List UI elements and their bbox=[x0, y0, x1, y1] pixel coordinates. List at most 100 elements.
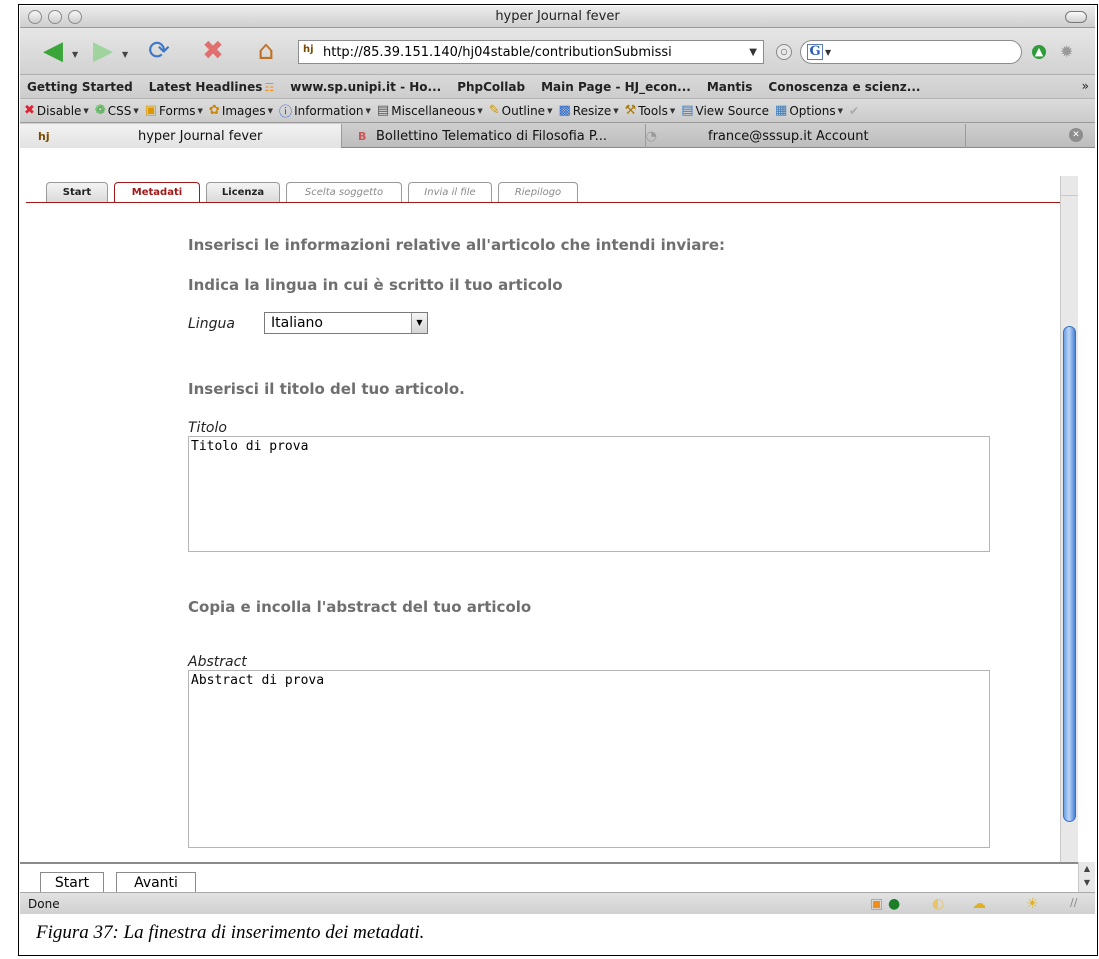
activity-spinner-icon: ✹ bbox=[1060, 42, 1074, 61]
search-engine-caret-icon[interactable]: ▼ bbox=[825, 48, 831, 57]
language-select[interactable]: Italiano ▼ bbox=[264, 312, 428, 334]
title-label: Titolo bbox=[188, 420, 227, 436]
back-history-caret-icon[interactable]: ▼ bbox=[72, 50, 78, 59]
status-dot-icon: ● bbox=[888, 896, 901, 912]
start-button[interactable]: Start bbox=[40, 872, 104, 894]
button-frame: Start Avanti bbox=[20, 862, 1078, 894]
devtool-label: Outline bbox=[501, 103, 546, 118]
go-icon[interactable]: ○ bbox=[776, 44, 792, 60]
browser-tab[interactable]: france@sssup.it Account bbox=[646, 124, 966, 148]
devtool-label: Options bbox=[789, 103, 836, 118]
page-scrollbar[interactable] bbox=[1060, 176, 1078, 864]
devtool-disable[interactable]: ✖ Disable ▼ bbox=[24, 103, 89, 118]
outline-icon: ✎ bbox=[488, 103, 500, 118]
browser-window: hyper Journal fever ◀ ▼ ▶ ▼ ⟳ ✖ ⌂ hj htt… bbox=[20, 6, 1095, 914]
rss-feed-icon[interactable]: ▣ bbox=[870, 896, 883, 912]
devtool-options[interactable]: ▦ Options ▼ bbox=[775, 103, 843, 118]
more-bookmarks-icon[interactable]: » bbox=[1082, 79, 1089, 93]
images-icon: ✿ bbox=[208, 103, 220, 118]
devtool-information[interactable]: ⓘ Information ▼ bbox=[279, 101, 371, 121]
google-engine-icon[interactable]: G bbox=[807, 44, 823, 60]
next-button[interactable]: Avanti bbox=[116, 872, 196, 894]
bookmark-item[interactable]: PhpCollab bbox=[457, 80, 525, 94]
devtool-label: Resize bbox=[572, 103, 612, 118]
disable-icon: ✖ bbox=[24, 103, 35, 118]
bookmark-item[interactable]: Latest Headlines ☶ bbox=[149, 80, 274, 94]
devtool-css[interactable]: ❁ CSS ▼ bbox=[95, 103, 139, 118]
devtool-forms[interactable]: ▣ Forms ▼ bbox=[145, 103, 203, 118]
moon-icon: ◐ bbox=[932, 896, 945, 912]
devtool-label: Miscellaneous bbox=[391, 103, 476, 118]
tab-licenza[interactable]: Licenza bbox=[206, 182, 280, 202]
bookmark-item[interactable]: Mantis bbox=[707, 80, 753, 94]
tab-underline bbox=[26, 202, 1060, 203]
view-source-icon: ▤ bbox=[681, 103, 694, 118]
devtool-label: Disable bbox=[36, 103, 82, 118]
resize-grip-icon[interactable]: ∕∕ bbox=[1070, 896, 1077, 909]
devtool-label: CSS bbox=[107, 103, 132, 118]
browser-tab-label: hyper Journal fever bbox=[138, 128, 263, 144]
devtool-images[interactable]: ✿ Images ▼ bbox=[209, 103, 273, 118]
stop-icon[interactable]: ✖ bbox=[196, 37, 230, 65]
abstract-heading: Copia e incolla l'abstract del tuo artic… bbox=[188, 598, 532, 616]
tab-scelta-soggetto: Scelta soggetto bbox=[286, 182, 402, 202]
information-icon: ⓘ bbox=[279, 105, 293, 120]
bookmark-item[interactable]: Main Page - HJ_econ... bbox=[541, 80, 691, 94]
navigation-toolbar: ◀ ▼ ▶ ▼ ⟳ ✖ ⌂ hj http://85.39.151.140/hj… bbox=[20, 28, 1095, 74]
browser-tab-bar: hj hyper Journal fever B Bollettino Tele… bbox=[20, 122, 1095, 148]
forms-icon: ▣ bbox=[144, 103, 158, 118]
css-icon: ❁ bbox=[94, 103, 106, 118]
tab-riepilogo: Riepilogo bbox=[498, 182, 578, 202]
hj-favicon-icon: hj bbox=[38, 129, 50, 143]
options-icon: ▦ bbox=[775, 103, 788, 118]
devtool-outline[interactable]: ✎ Outline ▼ bbox=[489, 103, 553, 118]
browser-tab[interactable]: hj hyper Journal fever bbox=[20, 124, 342, 148]
devtool-miscellaneous[interactable]: ▤ Miscellaneous ▼ bbox=[377, 103, 483, 118]
window-title: hyper Journal fever bbox=[495, 9, 620, 24]
back-arrow-icon[interactable]: ◀ bbox=[36, 37, 70, 65]
language-select-value: Italiano bbox=[271, 315, 323, 331]
status-text: Done bbox=[28, 897, 60, 911]
language-heading: Indica la lingua in cui è scritto il tuo… bbox=[188, 276, 563, 294]
bookmarks-bar: Getting Started Latest Headlines ☶ www.sp… bbox=[20, 74, 1095, 98]
title-heading: Inserisci il titolo del tuo articolo. bbox=[188, 380, 465, 398]
url-dropdown-icon[interactable]: ▼ bbox=[749, 47, 757, 58]
forward-history-caret-icon[interactable]: ▼ bbox=[122, 50, 128, 59]
button-frame-scroll-arrows[interactable]: ▲ ▼ bbox=[1078, 862, 1095, 892]
devtool-label: Information bbox=[294, 103, 364, 118]
browser-tab[interactable]: B Bollettino Telematico di Filosofia P..… bbox=[342, 124, 657, 148]
title-textarea[interactable]: Titolo di prova bbox=[188, 436, 990, 552]
title-bar: hyper Journal fever bbox=[20, 6, 1095, 28]
close-tab-icon[interactable]: ✕ bbox=[1069, 128, 1083, 142]
weather-sun-icon: ☀ bbox=[1026, 896, 1039, 912]
tab-metadati[interactable]: Metadati bbox=[114, 182, 200, 203]
devtool-resize[interactable]: ▩ Resize ▼ bbox=[558, 103, 618, 118]
reload-icon[interactable]: ⟳ bbox=[142, 37, 176, 65]
home-icon[interactable]: ⌂ bbox=[246, 37, 286, 65]
resize-icon: ▩ bbox=[558, 103, 571, 118]
address-bar[interactable]: hj http://85.39.151.140/hj04stable/contr… bbox=[298, 40, 764, 64]
web-developer-toolbar: ✖ Disable ▼ ❁ CSS ▼ ▣ Forms ▼ ✿ Images ▼ ⓘ Inform… bbox=[20, 98, 1095, 122]
scrollbar-top bbox=[1061, 176, 1078, 196]
devtool-view-source[interactable]: ▤ View Source bbox=[681, 103, 769, 118]
scrollbar-thumb[interactable] bbox=[1063, 326, 1076, 822]
validator-icon[interactable]: ✔ bbox=[849, 104, 859, 118]
devtool-label: Images bbox=[221, 103, 266, 118]
search-go-icon[interactable]: ▲ bbox=[1032, 45, 1046, 59]
tab-start[interactable]: Start bbox=[46, 182, 108, 202]
bookmark-item[interactable]: Conoscenza e scienz... bbox=[768, 80, 920, 94]
browser-tab-label: france@sssup.it Account bbox=[708, 128, 869, 144]
status-bar: Done ▣ ● ◐ ☁ ☀ ∕∕ bbox=[20, 892, 1095, 914]
bookmark-item[interactable]: www.sp.unipi.it - Ho... bbox=[290, 80, 441, 94]
search-bar[interactable]: G ▼ bbox=[800, 40, 1022, 64]
toolbar-toggle-button[interactable] bbox=[1065, 11, 1087, 23]
forward-arrow-icon[interactable]: ▶ bbox=[86, 37, 120, 65]
rss-icon: ☶ bbox=[264, 80, 275, 94]
abstract-textarea[interactable]: Abstract di prova bbox=[188, 670, 990, 848]
miscellaneous-icon: ▤ bbox=[376, 103, 390, 118]
devtool-tools[interactable]: ⚒ Tools ▼ bbox=[625, 103, 676, 118]
devtool-label: View Source bbox=[695, 103, 770, 118]
devtool-label: Tools bbox=[638, 103, 668, 118]
bookmark-item[interactable]: Getting Started bbox=[27, 80, 133, 94]
tools-icon: ⚒ bbox=[624, 103, 637, 118]
